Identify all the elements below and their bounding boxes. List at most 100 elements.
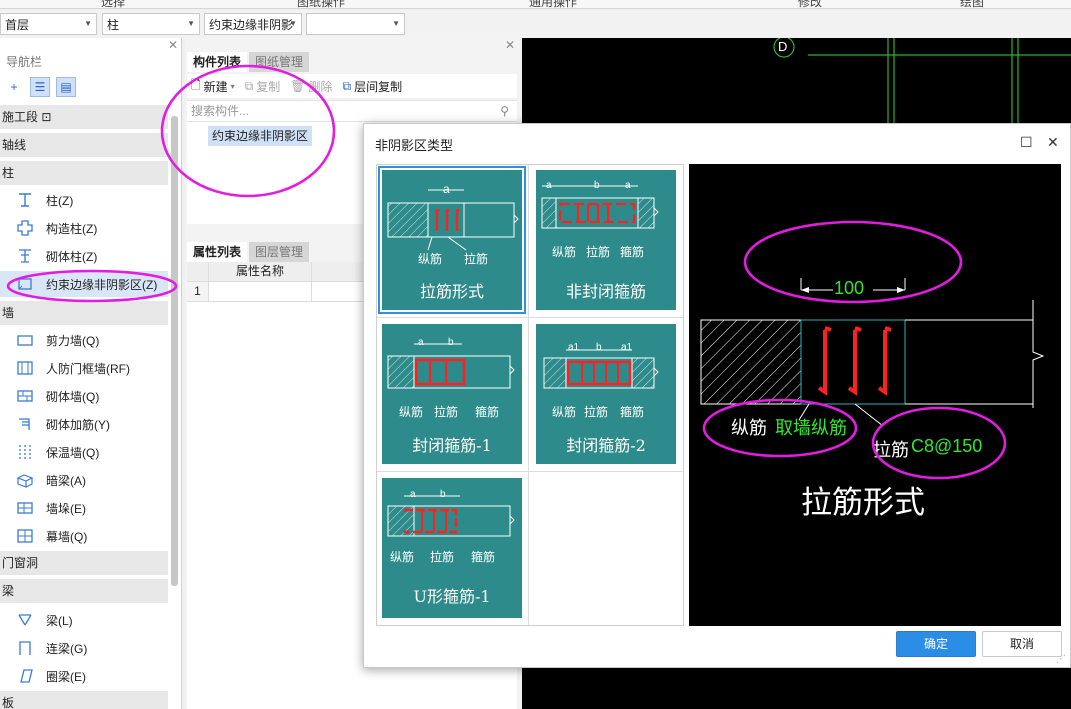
list-view-icon[interactable]: ☰ xyxy=(30,77,50,97)
delete-button[interactable]: 🗑 删除 xyxy=(290,78,332,95)
nav-item-constructional-column[interactable]: 构造柱(Z) xyxy=(0,215,168,241)
dim-label: b xyxy=(440,489,446,500)
option-sublabel: 拉筋 xyxy=(584,405,609,419)
ribbon-group-labels: 选择 图纸操作 通用操作 修改 绘图 xyxy=(0,0,1071,9)
nav-toolbar: + ☰ ▤ xyxy=(4,76,76,98)
nav-item-label: 梁(L) xyxy=(46,613,73,628)
expand-icon[interactable]: + xyxy=(4,77,24,97)
nav-item-label: 墙垛(E) xyxy=(46,501,86,516)
nav-item-shear-wall[interactable]: 剪力墙(Q) xyxy=(0,327,168,353)
nav-item-curtain-wall[interactable]: 幕墙(Q) xyxy=(0,523,168,549)
chevron-down-icon: ▼ xyxy=(289,19,297,28)
chevron-down-icon: ▼ xyxy=(84,19,92,28)
nav-item-non-shadow-zone[interactable]: 约束边缘非阴影区(Z) xyxy=(0,271,168,297)
nav-category-opening[interactable]: 门窗洞 xyxy=(0,551,168,575)
dim-label: a xyxy=(410,489,416,500)
nav-category-segment[interactable]: 施工段 ⊡ xyxy=(0,105,168,129)
cancel-button[interactable]: 取消 xyxy=(982,631,1062,657)
type-option-tie-bar[interactable]: a 纵筋 拉筋 拉筋形式 xyxy=(378,166,526,314)
close-icon[interactable]: ✕ xyxy=(168,38,178,52)
ok-button[interactable]: 确定 xyxy=(896,631,976,657)
nav-category-slab[interactable]: 板 xyxy=(0,691,168,709)
nav-item-masonry-column[interactable]: 砌体柱(Z) xyxy=(0,243,168,269)
copy-button-label: 复制 xyxy=(256,79,281,94)
navigation-panel: ✕ 导航栏 + ☰ ▤ 施工段 ⊡ 轴线 柱 柱(Z) 构造柱(Z) 砌体柱(Z… xyxy=(0,38,182,709)
floor-select[interactable]: 首层 ▼ xyxy=(0,13,97,35)
component-list-item[interactable]: 约束边缘非阴影区 xyxy=(208,126,313,146)
option-sublabel: 箍筋 xyxy=(471,550,496,564)
nav-item-hidden-beam[interactable]: 暗梁(A) xyxy=(0,467,168,493)
wall-pier-icon xyxy=(14,499,36,517)
nav-category-axis[interactable]: 轴线 xyxy=(0,133,168,157)
nav-category-wall[interactable]: 墙 xyxy=(0,301,168,325)
nav-scrollbar[interactable] xyxy=(171,116,178,586)
maximize-icon[interactable]: ☐ xyxy=(1020,134,1033,151)
option-sublabel: 拉筋 xyxy=(434,405,459,419)
shear-wall-icon xyxy=(14,331,36,349)
property-tabs: 属性列表 图层管理 xyxy=(187,242,311,262)
type-option-u-stirrup-1[interactable]: a b 纵筋 拉筋 箍筋 U形箍筋-1 xyxy=(382,478,522,618)
new-doc-icon: 🗋 xyxy=(191,77,201,92)
dim-label: a xyxy=(443,182,450,196)
option-sublabel: 纵筋 xyxy=(418,252,443,266)
delete-button-label: 删除 xyxy=(308,79,333,94)
nav-item-masonry-wall[interactable]: 砌体墙(Q) xyxy=(0,383,168,409)
copy-button[interactable]: ⧉ 复制 xyxy=(245,78,281,95)
close-icon[interactable]: ✕ xyxy=(1047,134,1059,151)
hidden-beam-icon xyxy=(14,471,36,489)
search-icon: ⚲ xyxy=(500,104,509,118)
nav-item-label: 连梁(G) xyxy=(46,641,88,656)
nav-item-label: 砌体加筋(Y) xyxy=(46,417,110,432)
detail-view-icon[interactable]: ▤ xyxy=(56,77,76,97)
nav-item-ring-beam[interactable]: 圈梁(E) xyxy=(0,663,168,689)
dimension-label: 100 xyxy=(834,278,865,298)
tab-component-list[interactable]: 构件列表 xyxy=(187,52,248,72)
floor-copy-button[interactable]: ⧉ 层间复制 xyxy=(343,78,403,95)
nav-item-label: 圈梁(E) xyxy=(46,669,86,684)
preview-title: 拉筋形式 xyxy=(801,485,925,521)
nav-item-label: 约束边缘非阴影区(Z) xyxy=(46,277,158,292)
property-name-cell[interactable] xyxy=(209,282,312,302)
tie-bar-preview-diagram xyxy=(700,278,1045,427)
component-search-input[interactable]: 搜索构件... ⚲ xyxy=(187,100,517,122)
type-select[interactable]: 约束边缘非阴影 ▼ xyxy=(204,13,302,35)
resize-grip-icon[interactable]: ⋰ xyxy=(1056,654,1066,665)
ribbon-label-select: 选择 xyxy=(101,0,126,9)
nav-item-label: 砌体柱(Z) xyxy=(46,249,98,264)
nav-item-beam[interactable]: 梁(L) xyxy=(0,607,168,633)
option-sublabel: 箍筋 xyxy=(620,245,645,259)
type-option-closed-stirrup-2[interactable]: a1 b a1 纵筋 拉筋 箍筋 封闭箍筋-2 xyxy=(536,324,676,464)
type-option-open-stirrup[interactable]: a b a 纵筋 拉筋 箍筋 非封闭箍筋 xyxy=(536,170,676,310)
type-option-closed-stirrup-1[interactable]: a b 纵筋 拉筋 箍筋 封闭箍筋-1 xyxy=(382,324,522,464)
close-icon[interactable]: ✕ xyxy=(505,38,515,52)
tab-layer-management[interactable]: 图层管理 xyxy=(249,242,310,262)
beam-icon xyxy=(14,611,36,629)
nav-item-masonry-reinforcement[interactable]: 砌体加筋(Y) xyxy=(0,411,168,437)
nav-category-column[interactable]: 柱 xyxy=(0,161,168,185)
option-label: 封闭箍筋-1 xyxy=(412,436,492,455)
trash-icon: 🗑 xyxy=(290,79,306,93)
category-select[interactable]: 柱 ▼ xyxy=(102,13,200,35)
nav-item-civil-defense-door-wall[interactable]: 人防门框墙(RF) xyxy=(0,355,168,381)
nav-category-beam[interactable]: 梁 xyxy=(0,579,168,603)
nav-item-label: 柱(Z) xyxy=(46,193,74,208)
component-tabs: 构件列表 图纸管理 xyxy=(187,52,311,72)
dim-label: a xyxy=(418,337,424,348)
dim-label: a xyxy=(625,180,631,191)
component-select[interactable]: ▼ xyxy=(306,13,405,35)
nav-item-column[interactable]: 柱(Z) xyxy=(0,187,168,213)
nav-item-wall-pier[interactable]: 墙垛(E) xyxy=(0,495,168,521)
type-options-grid: a 纵筋 拉筋 拉筋形式 a b a 纵筋 拉筋 箍筋 非封闭箍筋 a b 纵筋… xyxy=(376,164,684,626)
option-label: 封闭箍筋-2 xyxy=(566,436,646,455)
dim-label: a1 xyxy=(621,342,633,353)
longitudinal-label: 纵筋 xyxy=(731,418,767,438)
selector-bar: 首层 ▼ 柱 ▼ 约束边缘非阴影 ▼ ▼ xyxy=(0,10,1071,38)
new-button[interactable]: 🗋 新建 ▾ xyxy=(191,76,235,97)
masonry-column-icon xyxy=(14,247,36,265)
option-sublabel: 纵筋 xyxy=(552,245,577,259)
nav-item-coupling-beam[interactable]: 连梁(G) xyxy=(0,635,168,661)
non-shadow-zone-type-dialog: 非阴影区类型 ☐ ✕ a 纵筋 拉筋 拉筋形式 a b a 纵筋 拉筋 箍筋 非… xyxy=(363,123,1071,668)
tab-drawing-management[interactable]: 图纸管理 xyxy=(249,52,310,72)
nav-item-insulation-wall[interactable]: 保温墙(Q) xyxy=(0,439,168,465)
tab-properties[interactable]: 属性列表 xyxy=(187,242,248,262)
